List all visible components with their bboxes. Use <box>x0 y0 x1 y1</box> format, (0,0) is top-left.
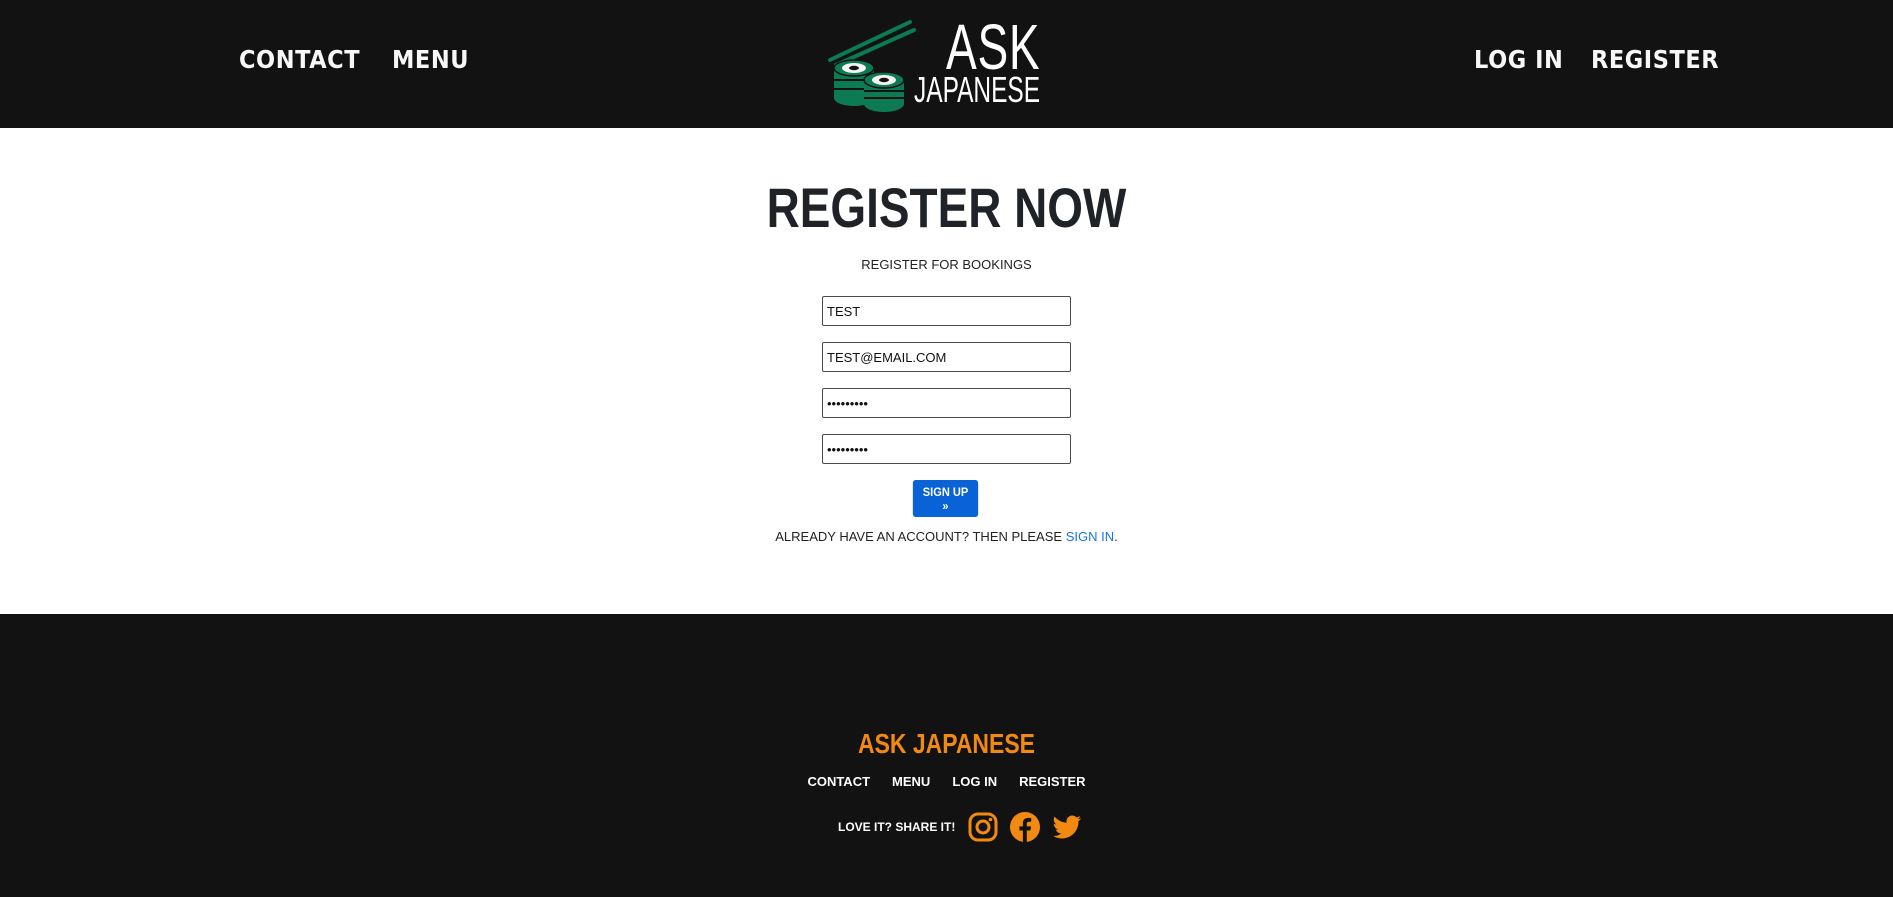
page-title: REGISTER NOW <box>766 176 1127 239</box>
footer-nav: CONTACT MENU LOG IN REGISTER <box>0 774 1893 790</box>
nav-menu-link[interactable]: MENU <box>392 44 469 76</box>
header-nav-left: CONTACT MENU <box>239 44 477 76</box>
register-section: REGISTER NOW REGISTER FOR BOOKINGS SIGN … <box>0 128 1893 614</box>
footer-login-link[interactable]: LOG IN <box>952 774 997 790</box>
footer-contact-link[interactable]: CONTACT <box>807 774 870 790</box>
facebook-icon[interactable] <box>1009 811 1041 843</box>
nav-login-link[interactable]: LOG IN <box>1474 44 1563 76</box>
header-nav-right: LOG IN REGISTER <box>1474 44 1734 76</box>
username-field[interactable] <box>822 296 1071 326</box>
twitter-icon[interactable] <box>1051 811 1083 843</box>
sushi-chopsticks-icon <box>828 20 916 112</box>
signin-prompt-text: ALREADY HAVE AN ACCOUNT? THEN PLEASE <box>775 529 1063 544</box>
nav-register-link[interactable]: REGISTER <box>1591 44 1719 76</box>
footer-brand: ASK JAPANESE <box>858 728 1035 759</box>
confirm-password-field[interactable] <box>822 434 1071 464</box>
footer-menu-link[interactable]: MENU <box>892 774 930 790</box>
site-logo[interactable]: ASK JAPANESE <box>820 14 1060 114</box>
site-footer: ASK JAPANESE CONTACT MENU LOG IN REGISTE… <box>0 614 1893 897</box>
sign-up-button[interactable]: SIGN UP » <box>912 480 979 517</box>
page-subtitle: REGISTER FOR BOOKINGS <box>861 257 1032 272</box>
password-field[interactable] <box>822 388 1071 418</box>
nav-contact-link[interactable]: CONTACT <box>239 44 360 76</box>
instagram-icon[interactable] <box>967 811 999 843</box>
logo-word-japanese: JAPANESE <box>914 69 1041 110</box>
signin-prompt-end: . <box>1114 529 1118 544</box>
signin-prompt: ALREADY HAVE AN ACCOUNT? THEN PLEASE SIG… <box>0 529 1893 545</box>
site-header: CONTACT MENU ASK JAPANESE LOG IN REGISTE… <box>0 0 1893 128</box>
footer-register-link[interactable]: REGISTER <box>1019 774 1085 790</box>
share-text: LOVE IT? SHARE IT! <box>838 820 956 834</box>
sign-in-link[interactable]: SIGN IN <box>1066 529 1114 544</box>
email-field[interactable] <box>822 342 1071 372</box>
share-row: LOVE IT? SHARE IT! <box>838 810 1083 844</box>
